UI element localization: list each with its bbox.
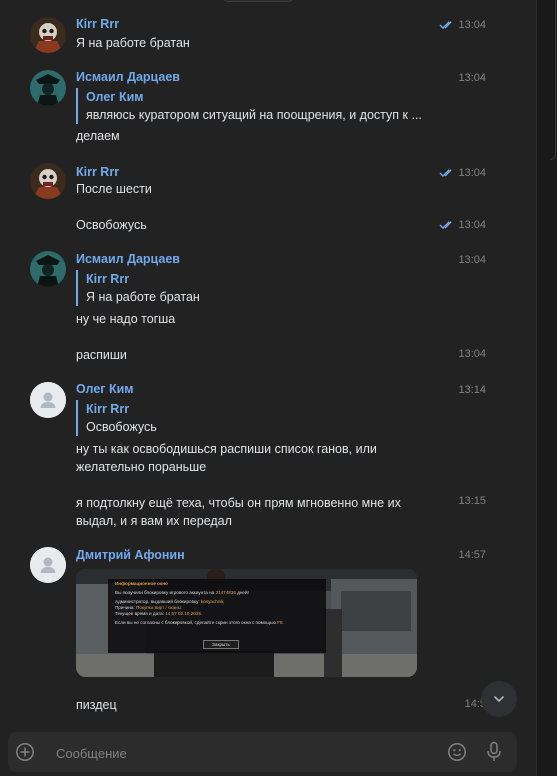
info-text: Администратор, выдавший блокировку: xyxy=(115,599,200,604)
info-text: дней! xyxy=(237,590,249,595)
message-text: пиздец xyxy=(76,698,117,712)
info-value: 14:57 02.10.2025. xyxy=(165,611,203,616)
avatar[interactable] xyxy=(30,547,66,583)
time-label: 13:04 xyxy=(458,72,486,84)
scrollbar[interactable] xyxy=(550,0,556,160)
message-time: 14:57 xyxy=(458,549,486,561)
chat-history: Кirr Rrr 13:04 Я на работе братан Исмаил… xyxy=(0,0,536,730)
message-time: 13:04 xyxy=(439,19,486,31)
info-value: kosyachnik xyxy=(200,599,224,604)
message-text: желательно пораньше xyxy=(76,460,207,474)
info-close-button: Закрыть xyxy=(203,640,239,649)
message-time: 13:04 xyxy=(439,219,486,231)
message-time: 13:04 xyxy=(458,254,486,266)
avatar[interactable] xyxy=(30,70,66,106)
message-text: После шести xyxy=(76,182,152,196)
info-value: F8. xyxy=(277,620,284,625)
microphone-icon[interactable] xyxy=(485,741,503,763)
message-time: 13:04 xyxy=(458,72,486,84)
scroll-down-button[interactable] xyxy=(481,681,517,717)
avatar[interactable] xyxy=(30,163,66,199)
info-window: Информационное окно Вы получили блокиров… xyxy=(108,579,326,653)
message-text: делаем xyxy=(76,129,120,143)
top-tab[interactable] xyxy=(222,0,294,2)
avatar[interactable] xyxy=(30,382,66,418)
reply-quote[interactable]: Кirr Rrr Освобожусь xyxy=(76,400,157,436)
time-label: 13:04 xyxy=(458,254,486,266)
info-text: Если вы не согласны с блокировкой, сдела… xyxy=(115,620,276,625)
side-panel-edge xyxy=(536,0,557,776)
image-attachment[interactable]: Информационное окно Вы получили блокиров… xyxy=(76,569,417,677)
default-user-icon xyxy=(30,382,66,418)
composer: Сообщение xyxy=(0,730,536,776)
sender-name[interactable]: Кirr Rrr xyxy=(76,165,119,179)
message-text: распиши xyxy=(76,348,127,362)
reply-author: Кirr Rrr xyxy=(86,402,130,416)
reply-author: Кirr Rrr xyxy=(86,272,130,286)
reply-quote[interactable]: Кirr Rrr Я на работе братан xyxy=(76,270,200,306)
emoji-icon[interactable] xyxy=(447,742,467,762)
message-input-box[interactable]: Сообщение xyxy=(8,732,517,772)
sender-name[interactable]: Исмаил Дарцаев xyxy=(76,252,180,266)
read-check-icon xyxy=(439,21,452,29)
attach-plus-icon[interactable] xyxy=(15,742,35,762)
avatar[interactable] xyxy=(30,251,66,287)
message-text: ну че надо тогша xyxy=(76,312,176,326)
reply-text: являюсь куратором ситуаций на поощрения,… xyxy=(86,108,422,122)
time-label: 13:15 xyxy=(458,495,486,507)
info-text: Вы получили блокировку игрового аккаунта… xyxy=(115,590,215,595)
read-check-icon xyxy=(439,169,452,177)
info-window-title: Информационное окно xyxy=(115,581,168,586)
message-text: Я на работе братан xyxy=(76,36,190,50)
time-label: 13:14 xyxy=(458,384,486,396)
info-line: Если вы не согласны с блокировкой, сдела… xyxy=(115,620,319,626)
message-text: выдал, и я вам их передал xyxy=(76,514,232,528)
sender-name[interactable]: Дмитрий Афонин xyxy=(76,548,185,562)
message-input[interactable]: Сообщение xyxy=(56,746,127,761)
sender-name[interactable]: Кirr Rrr xyxy=(76,17,119,31)
reply-text: Я на работе братан xyxy=(86,290,200,304)
info-value: Покупка вирт / сканы. xyxy=(136,605,183,610)
reply-author: Олег Ким xyxy=(86,90,144,104)
message-text: Освобожусь xyxy=(76,218,147,232)
chevron-down-icon xyxy=(494,696,504,702)
time-label: 13:04 xyxy=(458,348,486,360)
time-label: 13:04 xyxy=(458,219,486,231)
info-text: Текущее время и дата: xyxy=(115,611,164,616)
message-text: ну ты как освободишься распиши список га… xyxy=(76,442,377,456)
info-value: 21474836 xyxy=(215,590,236,595)
sender-name[interactable]: Олег Ким xyxy=(76,382,134,396)
reply-text: Освобожусь xyxy=(86,420,157,434)
time-label: 13:04 xyxy=(458,19,486,31)
time-label: 13:04 xyxy=(458,167,486,179)
info-text: Причина: xyxy=(115,605,135,610)
read-check-icon xyxy=(439,221,452,229)
avatar[interactable] xyxy=(30,17,66,53)
message-time: 13:04 xyxy=(439,167,486,179)
message-time: 13:04 xyxy=(458,348,486,360)
message-time: 13:15 xyxy=(458,495,486,507)
default-user-icon xyxy=(30,547,66,583)
sender-name[interactable]: Исмаил Дарцаев xyxy=(76,70,180,84)
message-text: я подтолкну ещё теха, чтобы он прям мгно… xyxy=(76,496,401,510)
message-time: 13:14 xyxy=(458,384,486,396)
reply-quote[interactable]: Олег Ким являюсь куратором ситуаций на п… xyxy=(76,88,422,124)
time-label: 14:57 xyxy=(458,549,486,561)
